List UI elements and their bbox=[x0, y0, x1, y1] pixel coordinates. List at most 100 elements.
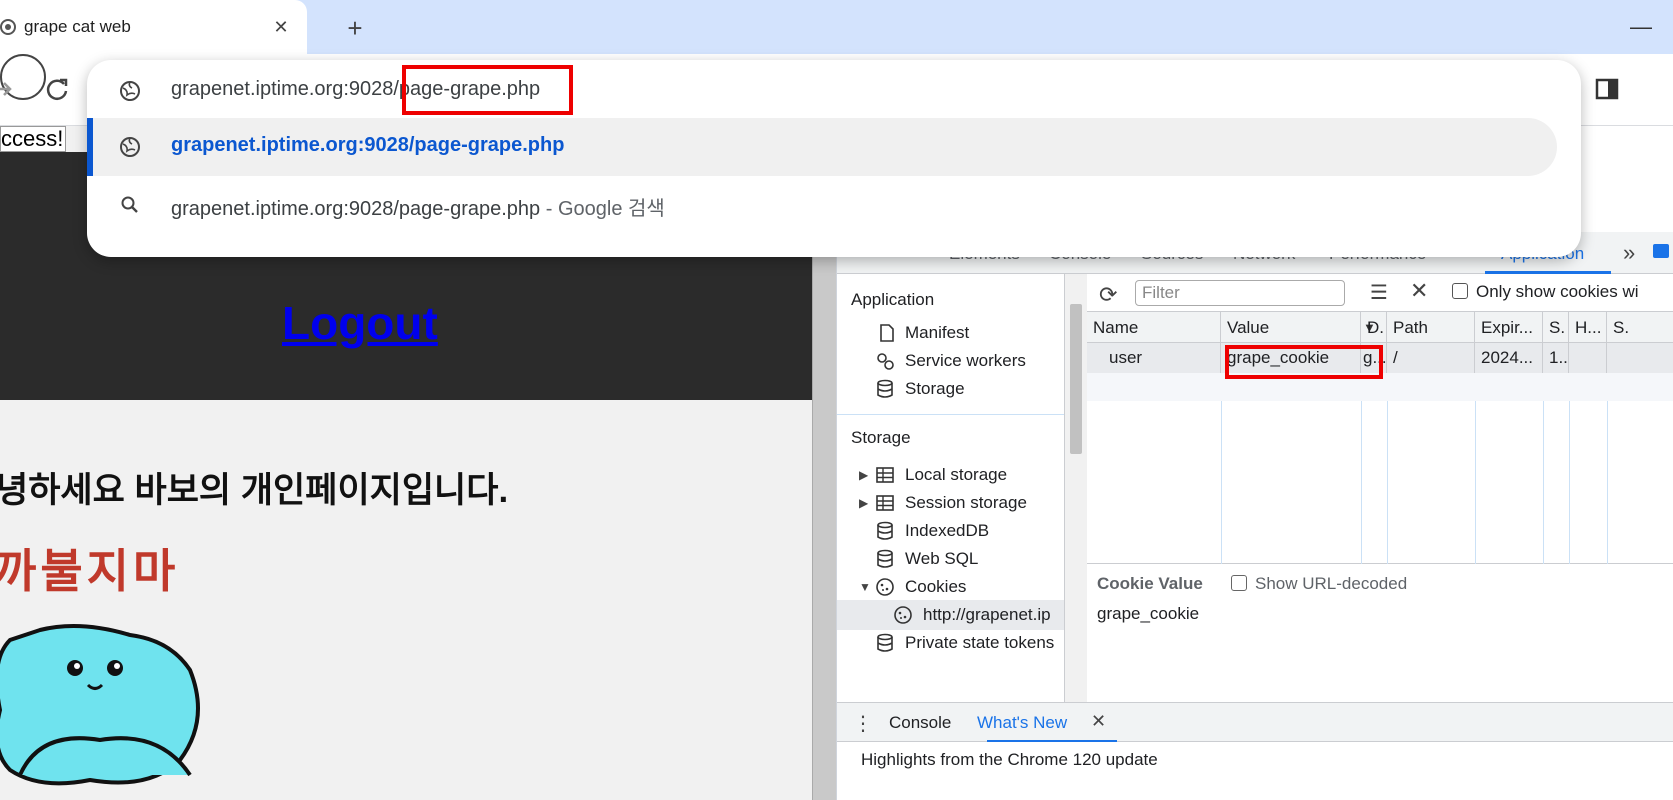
sidebar-item-local-storage[interactable]: ▶ Local storage bbox=[837, 460, 1064, 490]
omnibox-input-row[interactable]: grapenet.iptime.org:9028/page-grape.php bbox=[87, 62, 1581, 120]
browser-tab[interactable]: grape cat web ✕ bbox=[0, 0, 307, 54]
column-divider bbox=[1387, 401, 1388, 564]
column-header-domain[interactable]: D. bbox=[1361, 312, 1387, 343]
column-header-path[interactable]: Path bbox=[1387, 312, 1475, 343]
cookies-filter-bar: ⟳ Filter ☰ ✕ Only show cookies wi bbox=[1087, 274, 1673, 312]
highlight-url-path bbox=[402, 65, 573, 115]
column-divider bbox=[1475, 401, 1476, 564]
drawer-content: Highlights from the Chrome 120 update bbox=[837, 742, 1673, 800]
table-header: Name Value ▼ D. Path Expir... S. H... S. bbox=[1087, 312, 1673, 343]
cell-expires: 2024... bbox=[1475, 343, 1543, 373]
search-query: grapenet.iptime.org:9028/page-grape.php bbox=[171, 198, 541, 220]
devtools-panel: Elements Console Sources Network Perform… bbox=[836, 232, 1673, 800]
sidebar-item-label: Web SQL bbox=[905, 549, 979, 568]
whats-new-heading: Highlights from the Chrome 120 update bbox=[861, 750, 1158, 769]
minimize-button[interactable]: — bbox=[1630, 14, 1652, 40]
column-header-size[interactable]: S. bbox=[1543, 312, 1569, 343]
globe-icon bbox=[120, 81, 140, 101]
column-header-value[interactable]: Value bbox=[1221, 312, 1361, 343]
database-icon bbox=[877, 549, 893, 568]
url-host: grapenet.iptime.org:9028 bbox=[171, 78, 394, 100]
expand-arrow-icon[interactable]: ▶ bbox=[859, 488, 868, 518]
side-panel-icon[interactable] bbox=[1590, 72, 1624, 106]
drawer-tab-whats-new[interactable]: What's New bbox=[977, 713, 1067, 733]
sidebar-item-cookie-origin[interactable]: http://grapenet.ip bbox=[837, 600, 1064, 630]
expand-arrow-icon[interactable]: ▶ bbox=[859, 460, 868, 490]
cell-httponly bbox=[1569, 343, 1607, 373]
drawer-tab-console[interactable]: Console bbox=[889, 713, 951, 733]
database-icon bbox=[877, 379, 893, 398]
document-icon bbox=[880, 324, 894, 342]
globe-icon bbox=[0, 19, 16, 35]
sidebar-item-label: Local storage bbox=[905, 465, 1008, 484]
table-icon bbox=[876, 467, 894, 483]
column-divider bbox=[1221, 401, 1222, 564]
omnibox-suggestion-search[interactable]: grapenet.iptime.org:9028/page-grape.php … bbox=[87, 176, 1581, 234]
column-header-expires[interactable]: Expir... bbox=[1475, 312, 1543, 343]
new-tab-button[interactable]: + bbox=[340, 13, 370, 43]
close-icon[interactable]: ✕ bbox=[1091, 711, 1106, 732]
sidebar-item-label: http://grapenet.ip bbox=[923, 605, 1051, 624]
sidebar-item-indexeddb[interactable]: IndexedDB bbox=[837, 516, 1064, 546]
refresh-icon[interactable]: ⟳ bbox=[1099, 282, 1117, 308]
gears-icon bbox=[877, 353, 894, 370]
sidebar-item-label: IndexedDB bbox=[905, 521, 990, 540]
sidebar-item-service-workers[interactable]: Service workers bbox=[837, 346, 1064, 376]
filter-input[interactable]: Filter bbox=[1135, 280, 1345, 306]
highlight-cookie-value bbox=[1225, 345, 1383, 379]
sidebar-item-label: Cookies bbox=[905, 577, 967, 596]
column-header-secure[interactable]: S. bbox=[1607, 312, 1673, 343]
devtools-drawer-tabbar: ⋮ Console What's New ✕ bbox=[837, 702, 1673, 743]
delete-icon[interactable]: ✕ bbox=[1410, 278, 1428, 304]
column-divider bbox=[1607, 401, 1608, 564]
column-header-name[interactable]: Name bbox=[1087, 312, 1221, 343]
sidebar-item-session-storage[interactable]: ▶ Session storage bbox=[837, 488, 1064, 518]
clear-all-icon[interactable]: ☰ bbox=[1370, 280, 1388, 305]
suggestion-search-text: grapenet.iptime.org:9028/page-grape.php … bbox=[171, 192, 665, 221]
sidebar-item-label: Storage bbox=[905, 379, 965, 398]
database-icon bbox=[877, 521, 893, 540]
cookie-icon bbox=[894, 606, 912, 624]
search-icon bbox=[121, 196, 138, 213]
cookie-value-title: Cookie Value bbox=[1097, 574, 1203, 593]
only-show-issues-checkbox[interactable]: Only show cookies wi bbox=[1452, 282, 1639, 302]
logout-link[interactable]: Logout bbox=[282, 296, 438, 350]
sidebar-separator bbox=[837, 414, 1064, 415]
drawer-menu-icon[interactable]: ⋮ bbox=[853, 711, 873, 736]
tab-close-button[interactable]: ✕ bbox=[268, 14, 294, 40]
column-divider bbox=[1361, 401, 1362, 564]
sidebar-item-label: Private state tokens bbox=[905, 633, 1055, 652]
cell-size: 1.. bbox=[1543, 343, 1569, 373]
checkbox-label: Show URL-decoded bbox=[1255, 574, 1408, 593]
more-tabs-icon[interactable]: » bbox=[1623, 240, 1635, 266]
storage-heading: Storage bbox=[851, 428, 911, 447]
sidebar-item-web-sql[interactable]: Web SQL bbox=[837, 544, 1064, 574]
forward-icon[interactable] bbox=[0, 72, 20, 106]
cookie-value-panel: Cookie Value Show URL-decoded grape_cook… bbox=[1087, 564, 1673, 702]
sidebar-item-manifest[interactable]: Manifest bbox=[837, 318, 1064, 348]
selection-indicator bbox=[87, 118, 93, 176]
reload-icon[interactable] bbox=[40, 72, 74, 106]
database-icon bbox=[877, 633, 893, 652]
sidebar-item-label: Manifest bbox=[905, 323, 970, 342]
column-divider bbox=[1543, 401, 1544, 564]
tab-strip: grape cat web ✕ + — bbox=[0, 0, 1673, 54]
doodle-caption: 까불지마 bbox=[0, 545, 180, 597]
show-url-decoded-checkbox[interactable]: Show URL-decoded bbox=[1231, 574, 1407, 594]
checkbox-icon[interactable] bbox=[1452, 283, 1468, 299]
column-divider bbox=[1569, 401, 1570, 564]
greeting-heading: 녕하세요 바보의 개인페이지입니다. bbox=[0, 471, 509, 510]
messages-icon[interactable] bbox=[1653, 244, 1669, 258]
sidebar-item-label: Session storage bbox=[905, 493, 1027, 512]
sidebar-item-private-state-tokens[interactable]: Private state tokens bbox=[837, 628, 1064, 658]
collapse-arrow-icon[interactable]: ▼ bbox=[859, 572, 871, 602]
tab-title: grape cat web bbox=[24, 17, 131, 36]
checkbox-icon[interactable] bbox=[1231, 575, 1247, 591]
omnibox-suggestion-url[interactable]: grapenet.iptime.org:9028/page-grape.php bbox=[87, 118, 1557, 176]
sidebar-item-storage[interactable]: Storage bbox=[837, 374, 1064, 404]
sidebar-item-cookies[interactable]: ▼ Cookies bbox=[837, 572, 1064, 602]
scrollbar-thumb[interactable] bbox=[1070, 304, 1082, 454]
sidebar-vertical-scrollbar[interactable] bbox=[1065, 274, 1087, 702]
column-header-httponly[interactable]: H... bbox=[1569, 312, 1607, 343]
search-suffix: - Google 검색 bbox=[540, 198, 665, 220]
